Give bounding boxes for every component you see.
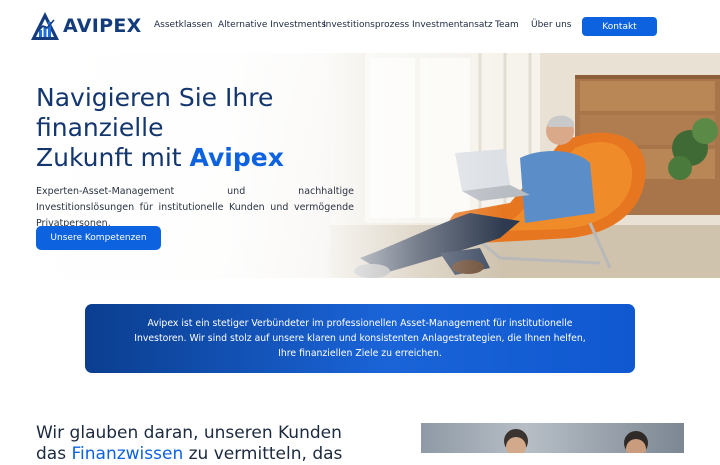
section-title: Wir glauben daran, unseren Kunden das Fi… — [36, 423, 342, 465]
section-title-line-2-suffix: zu vermitteln, das — [183, 444, 343, 464]
intro-banner-text: Avipex ist ein stetiger Verbündeter im p… — [134, 318, 586, 359]
logo[interactable]: AVIPEX — [30, 11, 142, 41]
hero-title-line-3-prefix: Zukunft mit — [36, 143, 190, 172]
section-title-line-2-prefix: das — [36, 444, 72, 464]
unsere-kompetenzen-button[interactable]: Unsere Kompetenzen — [36, 226, 161, 250]
hero-title: Navigieren Sie Ihre finanzielle Zukunft … — [36, 83, 284, 173]
finanzwissen-link[interactable]: Finanzwissen — [71, 444, 183, 464]
avipex-logo-icon — [31, 12, 59, 40]
hero-title-line-2: finanzielle — [36, 113, 164, 142]
team-photo-shapes — [504, 429, 648, 453]
nav-item-investmentansatz[interactable]: Investmentansatz — [412, 20, 493, 30]
kontakt-button[interactable]: Kontakt — [582, 17, 657, 36]
brand-name: AVIPEX — [63, 15, 142, 37]
section-title-line-1: Wir glauben daran, unseren Kunden — [36, 423, 342, 443]
nav-item-alternative-investments[interactable]: Alternative Investments — [218, 20, 326, 30]
nav-item-ueber-uns[interactable]: Über uns — [531, 20, 572, 30]
intro-banner: Avipex ist ein stetiger Verbündeter im p… — [85, 304, 635, 373]
team-photo — [421, 423, 684, 453]
hero-title-line-1: Navigieren Sie Ihre — [36, 83, 274, 112]
hero-description: Experten-Asset-Management und nachhaltig… — [36, 186, 354, 229]
nav-item-assetklassen[interactable]: Assetklassen — [154, 20, 212, 30]
site-header: AVIPEX Assetklassen Alternative Investme… — [0, 0, 720, 53]
hero-title-accent: Avipex — [189, 143, 284, 172]
nav-item-investitionsprozess[interactable]: Investitionsprozess — [323, 20, 409, 30]
nav-item-team[interactable]: Team — [495, 20, 519, 30]
hero-title-line-3: Zukunft mit Avipex — [36, 143, 284, 173]
